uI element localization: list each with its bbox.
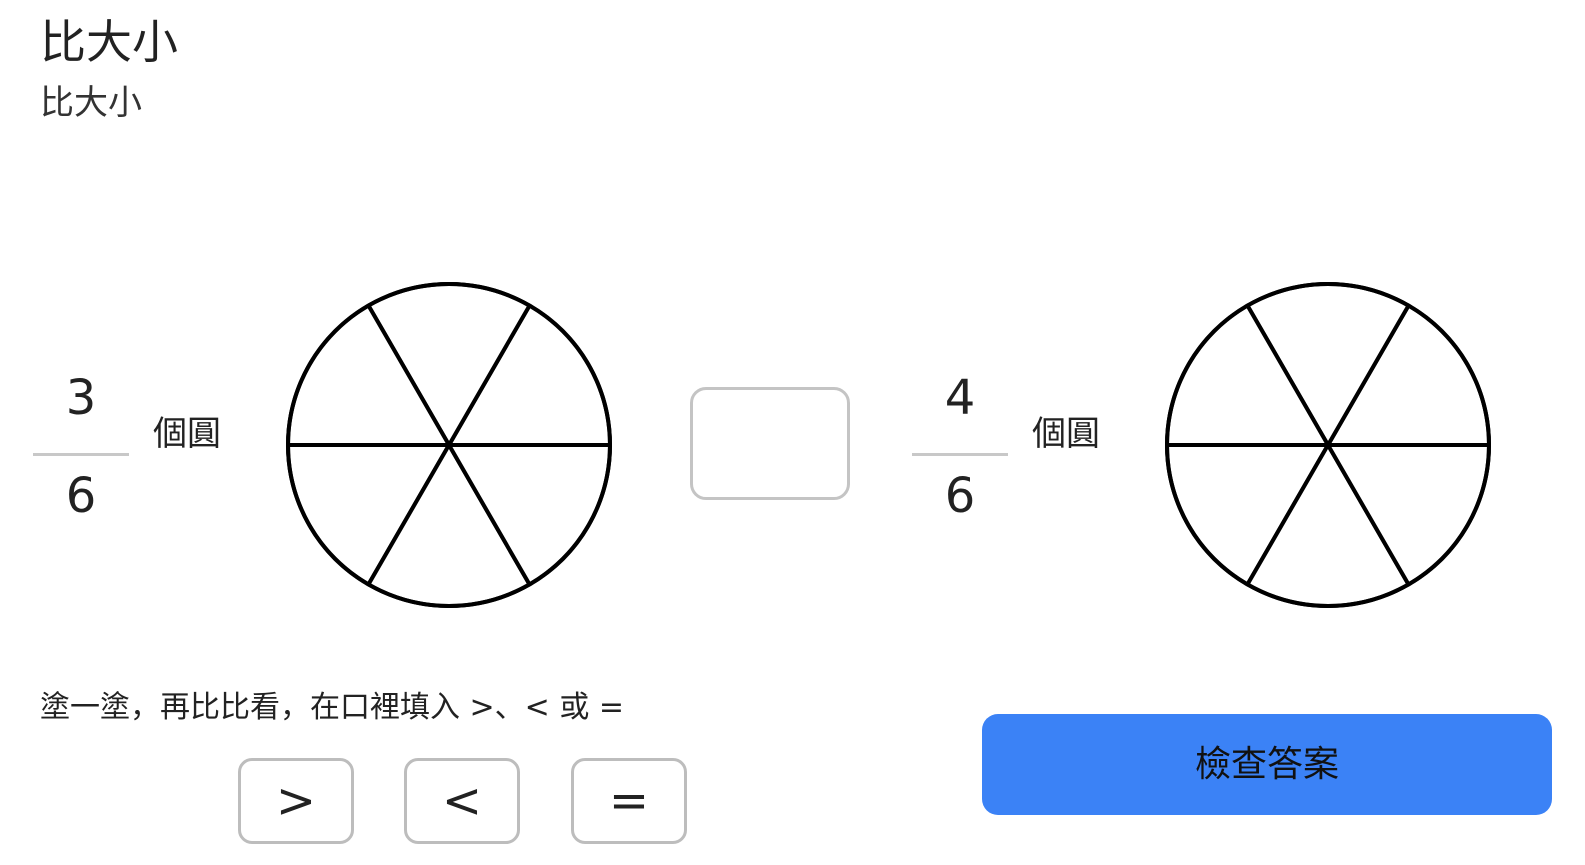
left-fraction-denominator: 6 bbox=[65, 468, 97, 524]
answer-box[interactable] bbox=[690, 387, 850, 500]
right-fraction-denominator: 6 bbox=[944, 468, 976, 524]
right-fraction-bar bbox=[912, 453, 1008, 456]
equal-button[interactable]: = bbox=[571, 758, 687, 844]
left-fraction-numerator: 3 bbox=[65, 370, 97, 426]
right-unit-label: 個圓 bbox=[1032, 414, 1100, 454]
right-fraction: 4 6 bbox=[912, 370, 1008, 540]
instruction-text: 塗一塗，再比比看，在口裡填入 >、< 或 = bbox=[40, 690, 625, 725]
check-answer-button[interactable]: 檢查答案 bbox=[982, 714, 1552, 815]
page-title: 比大小 bbox=[40, 15, 178, 69]
right-fraction-numerator: 4 bbox=[944, 370, 976, 426]
left-pie-circle[interactable] bbox=[284, 280, 614, 610]
left-fraction-bar bbox=[33, 453, 129, 456]
left-unit-label: 個圓 bbox=[153, 414, 221, 454]
less-than-button[interactable]: < bbox=[404, 758, 520, 844]
page-subtitle: 比大小 bbox=[40, 83, 142, 123]
greater-than-button[interactable]: > bbox=[238, 758, 354, 844]
left-fraction: 3 6 bbox=[33, 370, 129, 540]
right-pie-circle[interactable] bbox=[1163, 280, 1493, 610]
